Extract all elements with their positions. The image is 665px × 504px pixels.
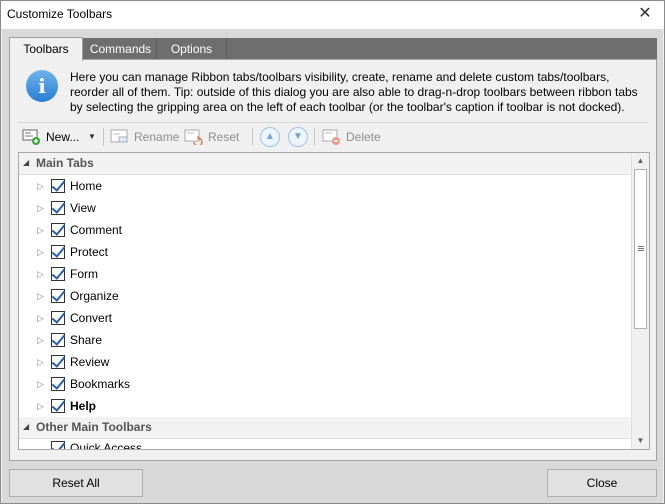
scrollbar-thumb[interactable]	[634, 169, 647, 329]
reset-button[interactable]: Reset	[184, 126, 248, 148]
chevron-down-icon: ▼	[88, 132, 96, 141]
item-label: Share	[70, 333, 103, 347]
expand-arrow-icon[interactable]: ▷	[37, 395, 44, 417]
rename-icon	[110, 129, 128, 143]
expand-arrow-icon[interactable]: ▷	[37, 329, 44, 351]
close-window-button[interactable]: ✕	[634, 4, 656, 24]
tree-item-view[interactable]: ▷ View	[19, 197, 631, 219]
delete-icon	[322, 129, 340, 145]
checkbox[interactable]	[51, 355, 65, 369]
checkbox[interactable]	[51, 441, 65, 449]
tab-options[interactable]: Options	[157, 38, 227, 60]
expand-arrow-icon[interactable]: ▷	[37, 263, 44, 285]
checkbox[interactable]	[51, 377, 65, 391]
tree-item-quick-access[interactable]: Quick Access	[19, 437, 631, 450]
tab-toolbars[interactable]: Toolbars	[9, 37, 83, 61]
tree-toolbar: New... ▼ Rename Reset ▲ ▼ Delete	[18, 122, 648, 150]
item-label: Home	[70, 179, 103, 193]
toolbar-separator	[103, 128, 104, 146]
info-icon: i	[26, 70, 58, 102]
toolbar-separator	[314, 128, 315, 146]
checkbox[interactable]	[51, 201, 65, 215]
toolbars-tree: ◢ Main Tabs ▷ Home ▷ View ▷ Comment ▷ Pr…	[18, 152, 650, 450]
tree-item-home[interactable]: ▷ Home	[19, 175, 631, 197]
rename-button-label: Rename	[134, 130, 180, 144]
toolbars-tab-panel: i Here you can manage Ribbon tabs/toolba…	[9, 59, 657, 461]
dialog-body: Toolbars Commands Options i Here you can…	[2, 29, 663, 503]
chevron-down-icon: ▼	[293, 131, 303, 142]
new-toolbar-icon	[22, 129, 40, 145]
info-description: Here you can manage Ribbon tabs/toolbars…	[70, 70, 638, 114]
tree-item-comment[interactable]: ▷ Comment	[19, 219, 631, 241]
chevron-up-icon: ▲	[265, 131, 275, 142]
item-label: Form	[70, 267, 98, 281]
expand-arrow-icon[interactable]: ▷	[37, 197, 44, 219]
title-bar: Customize Toolbars ✕	[1, 1, 664, 29]
rename-button[interactable]: Rename	[110, 126, 184, 148]
checkbox[interactable]	[51, 289, 65, 303]
tree-item-bookmarks[interactable]: ▷ Bookmarks	[19, 373, 631, 395]
tree-scrollbar[interactable]: ▲ ▼	[631, 153, 649, 449]
close-button[interactable]: Close	[547, 469, 657, 497]
item-label: Quick Access	[70, 441, 143, 450]
item-label: Protect	[70, 245, 109, 259]
expand-arrow-icon[interactable]: ▷	[37, 219, 44, 241]
move-down-button[interactable]: ▼	[288, 127, 308, 147]
reset-icon	[184, 129, 203, 145]
checkbox[interactable]	[51, 223, 65, 237]
tab-strip: Toolbars Commands Options	[9, 37, 657, 61]
window-title: Customize Toolbars	[7, 7, 113, 21]
expand-arrow-icon[interactable]: ▷	[37, 373, 44, 395]
customize-toolbars-dialog: Customize Toolbars ✕ Toolbars Commands O…	[0, 0, 665, 504]
new-button[interactable]: New... ▼	[22, 126, 98, 148]
group-other-main-toolbars[interactable]: ◢ Other Main Toolbars	[19, 417, 631, 439]
expand-arrow-icon[interactable]: ▷	[37, 307, 44, 329]
group-main-tabs[interactable]: ◢ Main Tabs	[19, 153, 631, 175]
collapse-arrow-icon[interactable]: ◢	[23, 153, 29, 173]
expand-arrow-icon[interactable]: ▷	[37, 175, 44, 197]
tree-item-review[interactable]: ▷ Review	[19, 351, 631, 373]
checkbox[interactable]	[51, 245, 65, 259]
checkbox[interactable]	[51, 311, 65, 325]
tree-item-convert[interactable]: ▷ Convert	[19, 307, 631, 329]
tree-item-protect[interactable]: ▷ Protect	[19, 241, 631, 263]
tree-item-help[interactable]: ▷ Help	[19, 395, 631, 417]
grip-icon	[638, 246, 644, 251]
tree-item-share[interactable]: ▷ Share	[19, 329, 631, 351]
item-label: View	[70, 201, 96, 215]
tab-commands[interactable]: Commands	[85, 38, 157, 60]
item-label: Help	[70, 399, 97, 413]
item-label: Organize	[70, 289, 119, 303]
delete-button-label: Delete	[346, 130, 381, 144]
expand-arrow-icon[interactable]: ▷	[37, 241, 44, 263]
tree-item-form[interactable]: ▷ Form	[19, 263, 631, 285]
item-label: Comment	[70, 223, 123, 237]
checkbox[interactable]	[51, 399, 65, 413]
scroll-up-icon[interactable]: ▲	[632, 153, 649, 169]
scroll-down-icon[interactable]: ▼	[632, 433, 649, 449]
checkbox[interactable]	[51, 333, 65, 347]
toolbar-separator	[252, 128, 253, 146]
checkbox[interactable]	[51, 267, 65, 281]
expand-arrow-icon[interactable]: ▷	[37, 351, 44, 373]
reset-all-button[interactable]: Reset All	[9, 469, 143, 497]
group-label: Other Main Toolbars	[36, 420, 152, 434]
item-label: Convert	[70, 311, 113, 325]
group-label: Main Tabs	[36, 156, 94, 170]
checkbox[interactable]	[51, 179, 65, 193]
new-button-label: New...	[46, 130, 80, 144]
item-label: Review	[70, 355, 110, 369]
expand-arrow-icon[interactable]: ▷	[37, 285, 44, 307]
item-label: Bookmarks	[70, 377, 131, 391]
collapse-arrow-icon[interactable]: ◢	[23, 417, 29, 437]
delete-button[interactable]: Delete	[322, 126, 392, 148]
move-up-button[interactable]: ▲	[260, 127, 280, 147]
reset-button-label: Reset	[208, 130, 240, 144]
tree-item-organize[interactable]: ▷ Organize	[19, 285, 631, 307]
